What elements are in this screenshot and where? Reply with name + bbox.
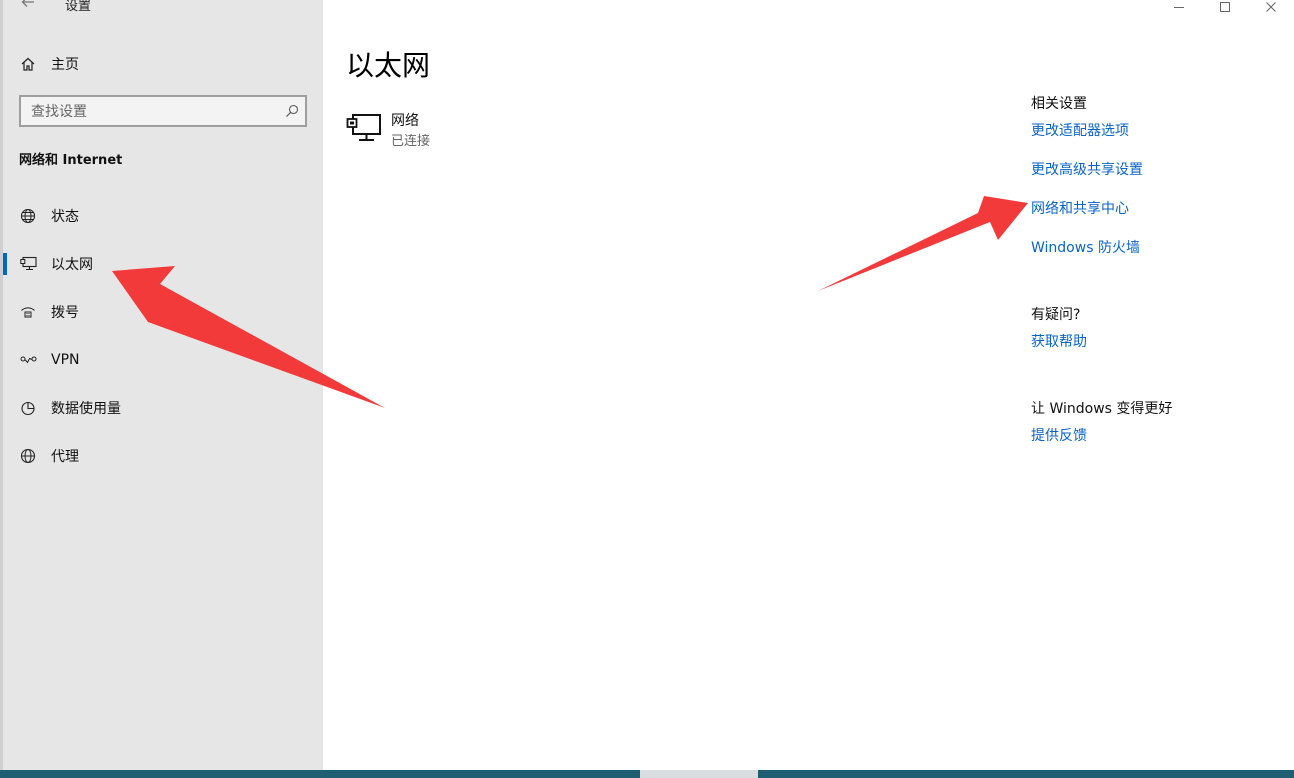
minimize-icon	[1174, 7, 1184, 8]
close-icon	[1266, 2, 1276, 12]
dialup-icon	[19, 303, 37, 321]
globe-status-icon	[19, 207, 37, 225]
ethernet-icon	[19, 255, 37, 273]
link-sharing-center[interactable]: 网络和共享中心	[1031, 198, 1129, 218]
search-input[interactable]: 查找设置	[19, 95, 307, 127]
related-settings-heading: 相关设置	[1031, 96, 1087, 112]
desktop-background	[0, 770, 1294, 778]
sidebar-item-label: 以太网	[51, 257, 93, 273]
network-name: 网络	[391, 113, 419, 129]
globe-proxy-icon	[19, 447, 37, 465]
network-status: 已连接	[391, 134, 431, 149]
sidebar-item-label: 代理	[51, 449, 79, 465]
search-icon[interactable]	[279, 98, 305, 124]
sidebar-item-data-usage[interactable]: 数据使用量	[0, 390, 323, 426]
maximize-button[interactable]	[1202, 0, 1248, 20]
page-title: 以太网	[346, 49, 431, 82]
help-heading: 有疑问?	[1031, 307, 1081, 323]
sidebar-item-dialup[interactable]: 拨号	[0, 294, 323, 330]
close-button[interactable]	[1248, 0, 1294, 20]
sidebar-item-vpn[interactable]: VPN	[0, 342, 323, 378]
sidebar-item-label: 数据使用量	[51, 401, 121, 417]
selection-indicator	[3, 253, 7, 275]
app-title: 设置	[65, 0, 92, 14]
sidebar: 设置 主页 查找设置 网络和 Internet 状态 以太网 拨号 VPN 数据…	[0, 0, 323, 770]
window-left-edge	[0, 0, 3, 770]
sidebar-item-label: 拨号	[51, 305, 79, 321]
home-label: 主页	[51, 57, 79, 73]
back-button[interactable]	[14, 0, 42, 16]
sidebar-item-label: 状态	[51, 209, 79, 225]
annotation-arrow-right	[818, 196, 1028, 291]
sidebar-item-home[interactable]: 主页	[19, 52, 79, 76]
sidebar-item-proxy[interactable]: 代理	[0, 438, 323, 474]
sidebar-item-label: VPN	[51, 352, 80, 368]
link-give-feedback[interactable]: 提供反馈	[1031, 425, 1087, 445]
data-usage-icon	[19, 399, 37, 417]
network-item[interactable]: 网络 已连接	[346, 110, 646, 152]
window-controls	[1156, 0, 1294, 20]
search-placeholder: 查找设置	[31, 104, 87, 120]
settings-window: 设置 主页 查找设置 网络和 Internet 状态 以太网 拨号 VPN 数据…	[0, 0, 1294, 770]
link-advanced-sharing[interactable]: 更改高级共享设置	[1031, 159, 1143, 179]
sidebar-item-ethernet[interactable]: 以太网	[0, 246, 323, 282]
taskbar-fragment	[640, 770, 758, 778]
back-arrow-icon	[21, 0, 34, 7]
vpn-icon	[19, 351, 37, 369]
maximize-icon	[1220, 2, 1230, 12]
link-get-help[interactable]: 获取帮助	[1031, 331, 1087, 351]
sidebar-item-status[interactable]: 状态	[0, 198, 323, 234]
section-title: 网络和 Internet	[19, 153, 123, 168]
link-adapter-options[interactable]: 更改适配器选项	[1031, 120, 1129, 140]
ethernet-icon	[346, 112, 382, 144]
feedback-heading: 让 Windows 变得更好	[1031, 401, 1173, 417]
minimize-button[interactable]	[1156, 0, 1202, 20]
link-windows-firewall[interactable]: Windows 防火墙	[1031, 237, 1140, 257]
home-icon	[19, 55, 37, 73]
